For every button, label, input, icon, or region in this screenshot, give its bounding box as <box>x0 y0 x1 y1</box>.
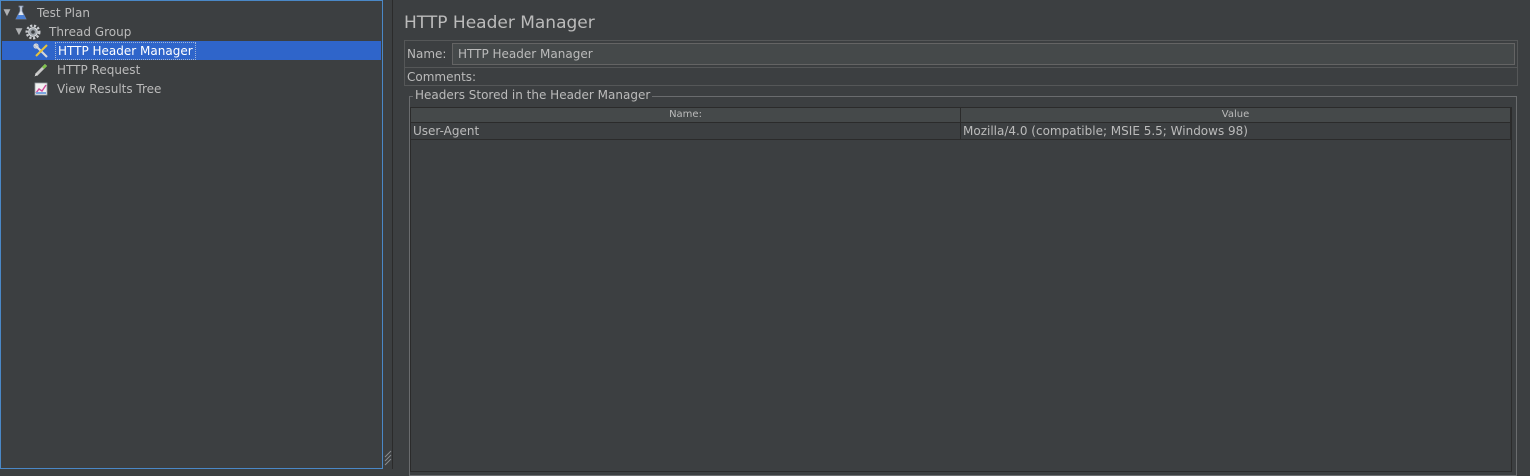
test-plan-tree[interactable]: ▼ Test Plan ▼ Thread Group HTTP Header M… <box>0 0 383 469</box>
gear-icon <box>25 23 41 40</box>
wrench-screwdriver-icon <box>33 42 49 59</box>
header-name-cell[interactable]: User-Agent <box>411 123 961 139</box>
table-header: Name: Value <box>411 108 1511 123</box>
tree-item-label: HTTP Header Manager <box>55 41 196 60</box>
editor-panel: HTTP Header Manager Name: Comments: Head… <box>393 0 1530 476</box>
comments-row[interactable]: Comments: <box>404 68 1518 86</box>
tree-item-view-results-tree[interactable]: View Results Tree <box>2 79 381 98</box>
chart-icon <box>33 81 49 97</box>
split-divider[interactable] <box>383 0 393 469</box>
tree-item-label: View Results Tree <box>57 81 162 96</box>
column-header-value[interactable]: Value <box>961 108 1511 122</box>
header-value-cell[interactable]: Mozilla/4.0 (compatible; MSIE 5.5; Windo… <box>961 123 1511 139</box>
headers-group-title: Headers Stored in the Header Manager <box>413 88 653 102</box>
name-field[interactable] <box>452 43 1515 65</box>
tree-item-thread-group[interactable]: ▼ Thread Group <box>2 22 381 41</box>
resize-grip-icon[interactable] <box>384 448 392 466</box>
table-row[interactable]: User-Agent Mozilla/4.0 (compatible; MSIE… <box>411 123 1511 140</box>
name-label: Name: <box>407 47 447 61</box>
column-header-name[interactable]: Name: <box>411 108 961 122</box>
tree-item-http-request[interactable]: HTTP Request <box>2 60 381 79</box>
headers-table[interactable]: Name: Value User-Agent Mozilla/4.0 (comp… <box>410 107 1512 472</box>
panel-title: HTTP Header Manager <box>404 13 595 33</box>
expand-triangle-icon[interactable]: ▼ <box>2 8 12 18</box>
comments-label: Comments: <box>407 70 477 84</box>
tree-item-label: Test Plan <box>37 5 90 20</box>
tree-item-label: Thread Group <box>49 24 132 39</box>
tree-item-label: HTTP Request <box>57 62 141 77</box>
tree-item-test-plan[interactable]: ▼ Test Plan <box>2 3 381 22</box>
name-row: Name: <box>404 40 1518 68</box>
pencil-icon <box>33 62 49 78</box>
flask-icon <box>13 5 29 21</box>
expand-triangle-icon[interactable]: ▼ <box>14 27 24 37</box>
tree-item-http-header-manager[interactable]: HTTP Header Manager <box>2 41 381 60</box>
